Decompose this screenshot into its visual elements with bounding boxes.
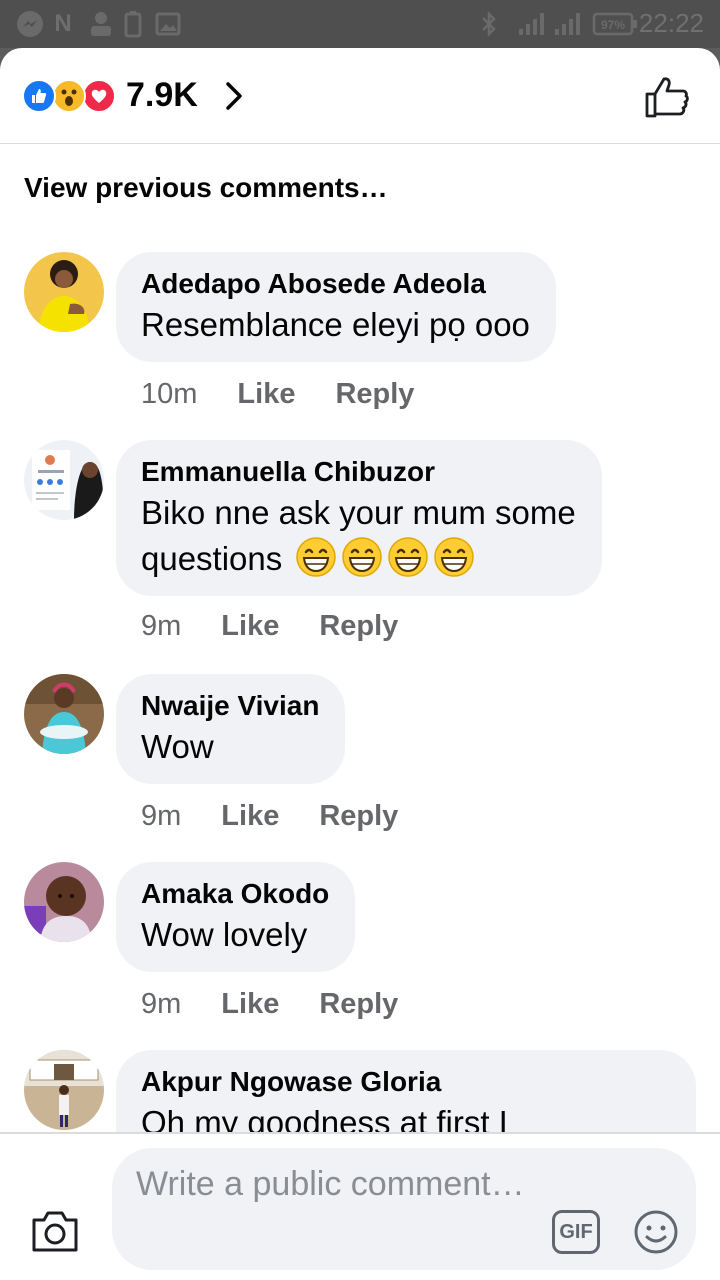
comment-author[interactable]: Akpur Ngowase Gloria xyxy=(141,1064,670,1100)
comment-time: 10m xyxy=(141,378,198,410)
comment-input-container: GIF xyxy=(112,1148,696,1270)
avatar[interactable] xyxy=(24,862,104,942)
reply-button[interactable]: Reply xyxy=(319,988,398,1021)
comment-text: Wow lovely xyxy=(141,916,308,953)
comment-text: Wow xyxy=(141,728,214,765)
comment-bubble[interactable]: Nwaije Vivian Wow xyxy=(116,674,346,784)
smiley-icon xyxy=(634,1210,678,1254)
like-button[interactable]: Like xyxy=(221,988,279,1021)
reactions-summary[interactable] xyxy=(22,79,122,113)
comment-bubble[interactable]: Emmanuella Chibuzor Biko nne ask your mu… xyxy=(116,440,602,596)
avatar[interactable] xyxy=(24,252,104,332)
grinning-face-emoji-icon xyxy=(388,537,429,577)
reply-button[interactable]: Reply xyxy=(335,378,414,411)
comment-time: 9m xyxy=(141,800,182,832)
reaction-count[interactable]: 7.9K xyxy=(126,76,198,115)
messenger-icon xyxy=(16,10,44,38)
comment-author[interactable]: Amaka Okodo xyxy=(141,876,329,912)
signal-icon xyxy=(516,10,546,38)
comment-time: 9m xyxy=(141,610,182,642)
emoji-button[interactable] xyxy=(632,1208,680,1256)
avatar[interactable] xyxy=(24,1050,104,1130)
reply-button[interactable]: Reply xyxy=(319,800,398,833)
comment-actions: 10m Like Reply xyxy=(141,378,414,411)
n-app-icon: N xyxy=(54,10,72,37)
gif-button[interactable]: GIF xyxy=(552,1210,600,1254)
comment-text: Resemblance eleyi pọ ooo xyxy=(141,306,530,343)
battery-icon: 97% xyxy=(592,10,638,38)
person-app-icon xyxy=(86,10,116,38)
love-reaction-icon xyxy=(82,79,116,113)
camera-icon xyxy=(32,1211,78,1252)
like-button[interactable]: Like xyxy=(221,610,279,643)
comment-author[interactable]: Emmanuella Chibuzor xyxy=(141,454,576,490)
comment-text-line: Biko nne ask your mum some xyxy=(141,494,576,531)
comment-actions: 9m Like Reply xyxy=(141,800,398,833)
chevron-right-icon[interactable] xyxy=(220,78,250,114)
comment-input[interactable] xyxy=(136,1162,536,1258)
avatar[interactable] xyxy=(24,440,104,520)
thumbs-up-icon xyxy=(645,77,689,118)
like-button[interactable]: Like xyxy=(237,378,295,411)
comment-actions: 9m Like Reply xyxy=(141,610,398,643)
comment-author[interactable]: Nwaije Vivian xyxy=(141,688,319,724)
comment-text: Biko nne ask your mum some questions xyxy=(141,490,576,582)
status-time: 22:22 xyxy=(638,8,704,38)
avatar[interactable] xyxy=(24,674,104,754)
signal-icon xyxy=(552,10,582,38)
wow-reaction-icon xyxy=(52,79,86,113)
grinning-face-emoji-icon xyxy=(342,537,383,577)
comment-time: 9m xyxy=(141,988,182,1020)
like-post-button[interactable] xyxy=(644,74,690,120)
comment-bubble[interactable]: Amaka Okodo Wow lovely xyxy=(116,862,356,972)
comment-bubble[interactable]: Adedapo Abosede Adeola Resemblance eleyi… xyxy=(116,252,556,362)
comment-composer: GIF xyxy=(0,1132,720,1280)
camera-button[interactable] xyxy=(30,1208,80,1254)
view-previous-comments-link[interactable]: View previous comments… xyxy=(24,172,388,204)
comments-sheet: 7.9K View previous comments… Adedapo Abo… xyxy=(0,48,720,1280)
like-button[interactable]: Like xyxy=(221,800,279,833)
comment-text-line: questions xyxy=(141,540,283,577)
grinning-face-emoji-icon xyxy=(296,537,337,577)
image-icon xyxy=(154,10,182,38)
comment-actions: 9m Like Reply xyxy=(141,988,398,1021)
reply-button[interactable]: Reply xyxy=(319,610,398,643)
grinning-face-emoji-icon xyxy=(434,537,475,577)
status-bar: N 97% 22:22 xyxy=(0,0,720,48)
bluetooth-icon xyxy=(478,10,500,38)
like-reaction-icon xyxy=(22,79,56,113)
battery-level: 97% xyxy=(601,18,625,32)
comment-author[interactable]: Adedapo Abosede Adeola xyxy=(141,266,530,302)
battery-saver-icon xyxy=(122,10,144,38)
reactions-header: 7.9K xyxy=(0,48,720,144)
